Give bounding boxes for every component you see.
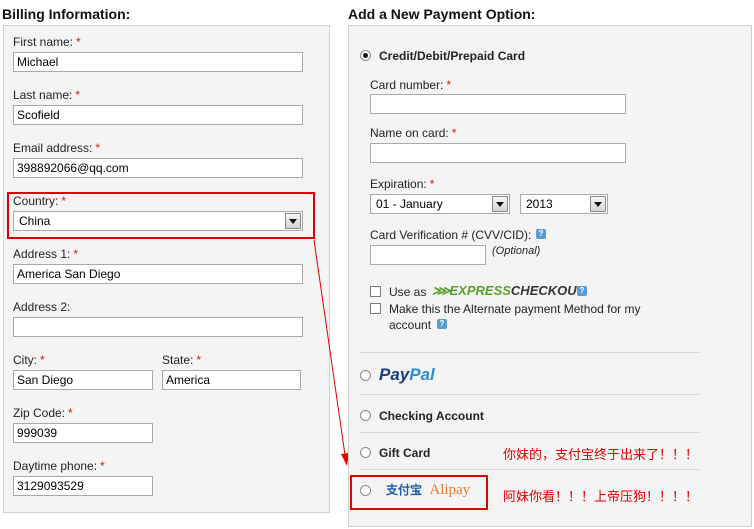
express-checkout-checkbox[interactable] bbox=[370, 286, 381, 297]
exp-month-value: 01 - January bbox=[376, 197, 443, 211]
alipay-highlight-box bbox=[350, 475, 488, 510]
checking-account-label: Checking Account bbox=[379, 409, 484, 423]
divider bbox=[360, 352, 700, 353]
card-number-label: Card number: * bbox=[370, 78, 452, 92]
help-icon[interactable]: ? bbox=[577, 286, 587, 296]
cvv-label: Card Verification # (CVV/CID): bbox=[370, 228, 532, 242]
name-on-card-label: Name on card: * bbox=[370, 126, 457, 140]
exp-year-value: 2013 bbox=[526, 197, 553, 211]
annotation-note-2: 阿妹你看！！！上帝压狗！！！！ bbox=[503, 489, 699, 504]
exp-year-select[interactable]: 2013 bbox=[520, 194, 608, 214]
gift-card-label: Gift Card bbox=[379, 446, 431, 460]
alternate-method-label-2: account bbox=[389, 318, 432, 332]
card-radio[interactable] bbox=[360, 50, 371, 61]
divider bbox=[360, 469, 700, 470]
help-icon[interactable]: ? bbox=[437, 319, 447, 329]
payment-title: Add a New Payment Option: bbox=[348, 6, 536, 22]
cvv-optional-note: (Optional) bbox=[492, 245, 541, 257]
alternate-method-label: Make this the Alternate payment Method f… bbox=[389, 302, 641, 316]
expiration-label: Expiration: * bbox=[370, 177, 435, 191]
divider bbox=[360, 394, 700, 395]
alternate-method-checkbox[interactable] bbox=[370, 303, 381, 314]
paypal-logo[interactable]: PayPal bbox=[379, 365, 435, 385]
chevron-down-icon[interactable] bbox=[492, 196, 508, 212]
card-number-field[interactable] bbox=[370, 94, 626, 114]
card-option-label: Credit/Debit/Prepaid Card bbox=[379, 49, 526, 63]
use-as-label: Use as bbox=[389, 285, 427, 299]
name-on-card-field[interactable] bbox=[370, 143, 626, 163]
express-checkout-logo: ⋙EXPRESSCHECKOUT bbox=[432, 283, 585, 298]
annotation-note-1: 你妹的，支付宝终于出来了！！！ bbox=[503, 447, 699, 462]
exp-month-select[interactable]: 01 - January bbox=[370, 194, 510, 214]
divider bbox=[360, 432, 700, 433]
help-icon[interactable]: ? bbox=[536, 229, 546, 239]
checking-radio[interactable] bbox=[360, 410, 371, 421]
paypal-radio[interactable] bbox=[360, 370, 371, 381]
gift-card-radio[interactable] bbox=[360, 447, 371, 458]
cvv-field[interactable] bbox=[370, 245, 486, 265]
chevron-down-icon[interactable] bbox=[590, 196, 606, 212]
